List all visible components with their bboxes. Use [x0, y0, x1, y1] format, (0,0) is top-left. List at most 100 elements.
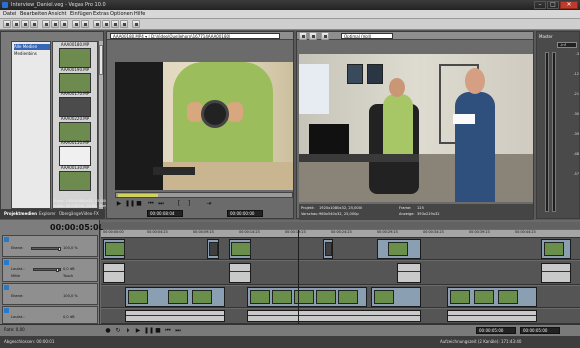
loop-icon[interactable]: ↻ [114, 327, 122, 335]
stop-icon[interactable]: ■ [135, 200, 143, 208]
paste-icon[interactable] [60, 20, 68, 28]
audio-clip[interactable] [229, 263, 251, 283]
trimmer-path-dropdown[interactable]: AAA00180.MP4 ▾ | D:\Video\Ouellehorn\167… [110, 33, 280, 39]
trimmer-video-frame[interactable] [115, 62, 293, 190]
menu-extras[interactable]: Extras [93, 11, 109, 17]
tree-item-media-bins[interactable]: Medienbins [14, 51, 50, 57]
preview-video-frame[interactable] [299, 54, 533, 202]
video-clip[interactable] [207, 239, 219, 259]
mark-out-icon[interactable]: ] [185, 200, 193, 208]
minimize-button[interactable]: – [534, 1, 546, 9]
undo-icon[interactable] [72, 20, 80, 28]
cut-icon[interactable] [42, 20, 50, 28]
media-thumb[interactable]: AAA00190.MP [57, 67, 93, 93]
audio-clip[interactable] [397, 263, 421, 283]
play-icon[interactable]: ▶ [134, 327, 142, 335]
audio-track-header[interactable]: Lautst.: 0,0 dB Touch Mitte [2, 258, 98, 282]
video-clip[interactable] [323, 239, 333, 259]
video-clip[interactable] [541, 239, 571, 259]
media-scrollbar[interactable] [98, 41, 103, 209]
audio-track-lane[interactable] [101, 261, 580, 285]
edit-tool-icon[interactable] [93, 20, 101, 28]
window-title: Interview_Daniel.veg - Vegas Pro 10.0 [11, 2, 106, 8]
add-to-timeline-icon[interactable]: ⇥ [205, 200, 213, 208]
open-icon[interactable] [12, 20, 20, 28]
trimmer-panel: AAA00180.MP4 ▾ | D:\Video\Ouellehorn\167… [106, 31, 294, 219]
close-button[interactable]: ✕ [560, 1, 578, 9]
video-track-2-lane[interactable] [101, 286, 580, 308]
tab-project-media[interactable]: Projektmedien [4, 211, 37, 216]
video-clip[interactable] [377, 239, 421, 259]
video-track-header[interactable]: Ebene: 100,0 % [2, 235, 98, 257]
audio-clip[interactable] [447, 310, 537, 322]
play-from-start-icon[interactable]: ⏵ [124, 327, 132, 335]
render-icon[interactable] [30, 20, 38, 28]
marker-bar[interactable] [101, 222, 580, 229]
media-thumb[interactable]: AAA00130.MP [57, 165, 93, 191]
go-to-end-icon[interactable]: ⏭ [157, 200, 165, 208]
envelope-tool-icon[interactable] [102, 20, 110, 28]
menu-optionen[interactable]: Optionen [110, 11, 133, 17]
preview-settings-icon[interactable] [299, 32, 307, 40]
record-icon[interactable]: ● [104, 327, 112, 335]
tree-item-all-media[interactable]: Alle Medien [14, 44, 50, 50]
go-to-start-icon[interactable]: ⏮ [164, 327, 172, 335]
video-clip[interactable] [247, 287, 367, 307]
trimmer-selection-bar[interactable] [115, 192, 293, 198]
maximize-button[interactable]: □ [547, 1, 559, 9]
selection-tool-icon[interactable] [111, 20, 119, 28]
menu-bearbeiten[interactable]: Bearbeiten [20, 11, 47, 17]
zoom-tool-icon[interactable] [120, 20, 128, 28]
tab-explorer[interactable]: Explorer [39, 211, 56, 216]
go-to-start-icon[interactable]: ⏮ [147, 200, 155, 208]
frame-number: 125 [417, 206, 424, 210]
split-screen-icon[interactable] [321, 32, 329, 40]
mark-in-icon[interactable]: [ [175, 200, 183, 208]
video-clip[interactable] [229, 239, 251, 259]
save-icon[interactable] [21, 20, 29, 28]
audio-clip[interactable] [541, 263, 571, 283]
preview-quality-dropdown[interactable]: Optimal (Voll) [341, 33, 393, 39]
video-clip[interactable] [125, 287, 225, 307]
audio-clip[interactable] [103, 263, 125, 283]
meter-right-channel [552, 52, 556, 212]
redo-icon[interactable] [81, 20, 89, 28]
media-thumb[interactable]: AAA00180.MP [57, 42, 93, 68]
video-clip[interactable] [371, 287, 421, 307]
camera-lens-object [201, 100, 229, 128]
menu-ansicht[interactable]: Ansicht [48, 11, 66, 17]
menu-datei[interactable]: Datei [3, 11, 16, 17]
trimmer-timecode-out: 00:00:00:00 [227, 210, 263, 217]
video-track-lane[interactable] [101, 238, 580, 260]
media-info-video: Video: 1920x1080x32, 25,000 fps [53, 199, 114, 203]
menu-einfuegen[interactable]: Einfügen [70, 11, 92, 17]
audio-clip[interactable] [125, 310, 225, 322]
timeline-ruler[interactable]: 00:00:00:00 00:00:04:23 00:00:09:23 00:0… [101, 230, 580, 238]
pause-icon[interactable]: ❚❚ [125, 200, 135, 208]
video-clip[interactable] [103, 239, 125, 259]
preview-fx-icon[interactable] [309, 32, 317, 40]
video-clip[interactable] [447, 287, 537, 307]
volume-slider[interactable] [33, 268, 61, 272]
media-thumb[interactable]: AAA00150.MP [57, 140, 93, 166]
media-thumb[interactable]: AAA00170.MP [57, 91, 93, 117]
audio-clip[interactable] [247, 310, 421, 322]
pause-icon[interactable]: ❚❚ [144, 327, 154, 335]
audio-track-2-header[interactable]: Lautst.: 0,0 dB [2, 306, 98, 324]
media-bin-tree[interactable]: Alle Medien Medienbins [11, 41, 51, 209]
media-thumb[interactable]: AAA00220.MP [57, 116, 93, 142]
level-slider[interactable] [31, 247, 61, 251]
play-icon[interactable]: ▶ [115, 200, 123, 208]
menu-hilfe[interactable]: Hilfe [134, 11, 145, 17]
cursor-timecode: 00:00:05:00 [476, 327, 516, 334]
stop-icon[interactable]: ■ [154, 327, 162, 335]
audio-track-2-lane[interactable] [101, 309, 580, 324]
video-track-2-header[interactable]: Ebene: 100,0 % [2, 283, 98, 305]
tab-transitions[interactable]: Übergänge [59, 211, 81, 216]
copy-icon[interactable] [51, 20, 59, 28]
go-to-end-icon[interactable]: ⏭ [174, 327, 182, 335]
tab-video-fx[interactable]: Video-FX [81, 211, 99, 216]
help-icon[interactable] [132, 20, 140, 28]
playhead-cursor[interactable] [298, 230, 299, 330]
new-project-icon[interactable] [3, 20, 11, 28]
